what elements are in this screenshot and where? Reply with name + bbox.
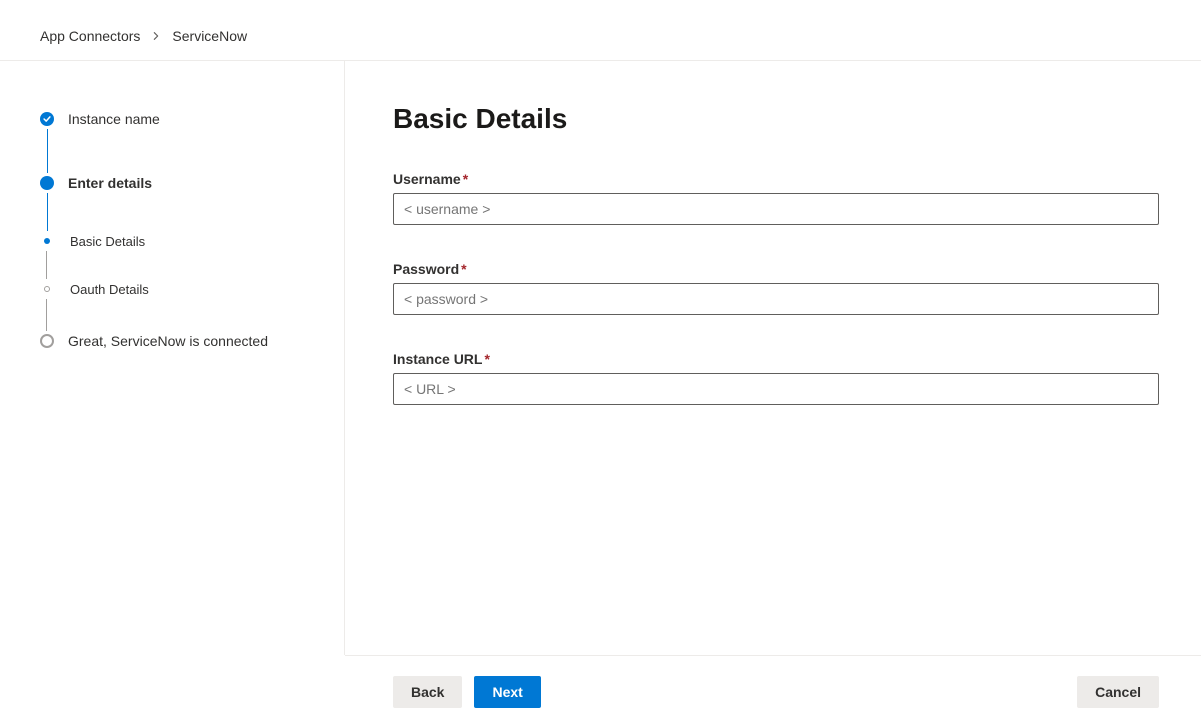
required-indicator: * xyxy=(463,171,468,187)
form-group-instance-url: Instance URL* xyxy=(393,351,1159,405)
wizard-step-connected[interactable]: Great, ServiceNow is connected xyxy=(40,331,312,351)
wizard-step-instance-name[interactable]: Instance name xyxy=(40,109,312,129)
page-title: Basic Details xyxy=(393,103,1159,135)
sub-active-step-icon xyxy=(44,238,50,244)
main-panel: Basic Details Username* Password* Instan… xyxy=(345,61,1201,655)
username-field[interactable] xyxy=(393,193,1159,225)
wizard-footer: Back Next Cancel xyxy=(345,655,1201,712)
step-label: Great, ServiceNow is connected xyxy=(68,333,268,349)
password-field[interactable] xyxy=(393,283,1159,315)
wizard-step-enter-details[interactable]: Enter details xyxy=(40,173,312,193)
inactive-step-icon xyxy=(40,334,54,348)
required-indicator: * xyxy=(461,261,466,277)
password-label: Password* xyxy=(393,261,1159,277)
back-button[interactable]: Back xyxy=(393,676,462,708)
form-group-username: Username* xyxy=(393,171,1159,225)
step-label: Instance name xyxy=(68,111,160,127)
chevron-right-icon xyxy=(152,28,160,44)
active-step-icon xyxy=(40,176,54,190)
breadcrumb-parent-link[interactable]: App Connectors xyxy=(40,28,140,44)
username-label: Username* xyxy=(393,171,1159,187)
instance-url-field[interactable] xyxy=(393,373,1159,405)
step-connector xyxy=(46,251,47,279)
wizard-substep-basic-details[interactable]: Basic Details xyxy=(40,231,312,251)
breadcrumb: App Connectors ServiceNow xyxy=(0,0,1201,60)
wizard-sidebar: Instance name Enter details Basic Detail… xyxy=(0,61,345,655)
instance-url-label: Instance URL* xyxy=(393,351,1159,367)
form-group-password: Password* xyxy=(393,261,1159,315)
breadcrumb-current: ServiceNow xyxy=(172,28,247,44)
step-label: Basic Details xyxy=(70,234,145,249)
step-connector xyxy=(47,193,49,231)
required-indicator: * xyxy=(484,351,489,367)
check-icon xyxy=(40,112,54,126)
step-label: Enter details xyxy=(68,175,152,191)
wizard-substep-oauth-details[interactable]: Oauth Details xyxy=(40,279,312,299)
step-connector xyxy=(47,129,49,173)
cancel-button[interactable]: Cancel xyxy=(1077,676,1159,708)
step-connector xyxy=(46,299,47,331)
sub-inactive-step-icon xyxy=(44,286,50,292)
next-button[interactable]: Next xyxy=(474,676,540,708)
step-label: Oauth Details xyxy=(70,282,149,297)
